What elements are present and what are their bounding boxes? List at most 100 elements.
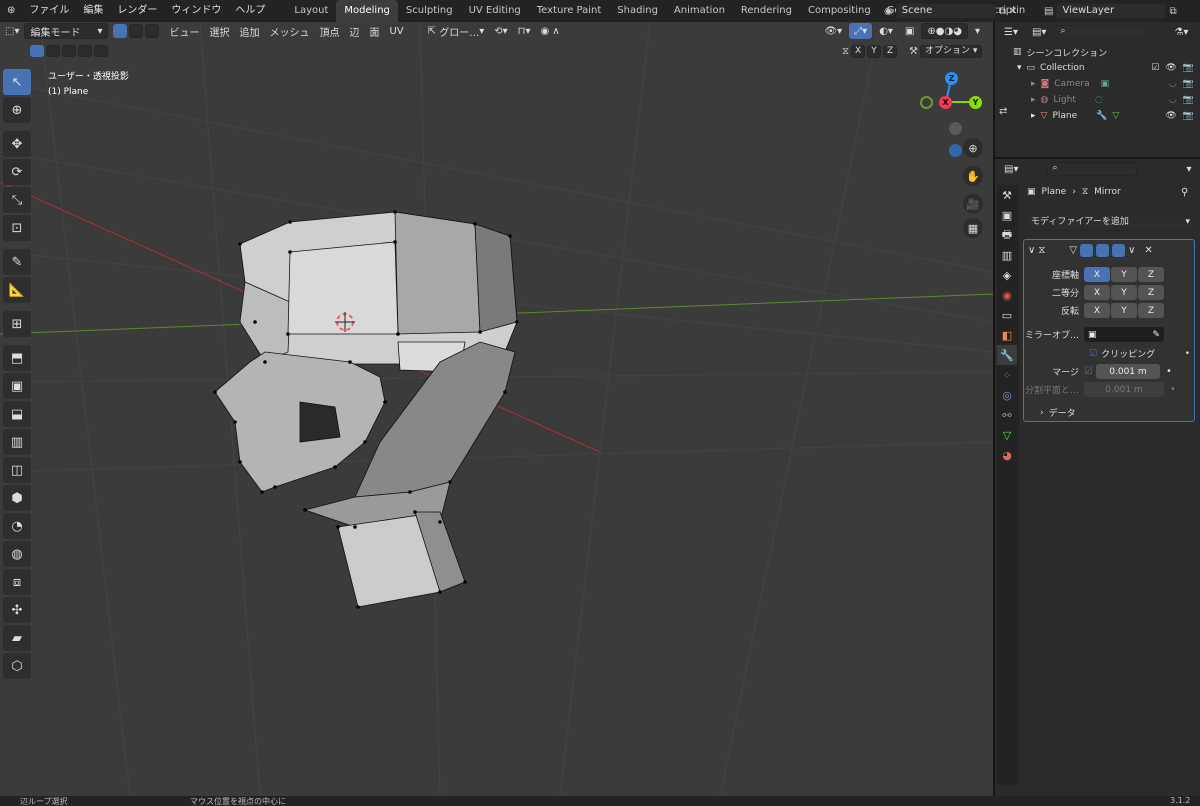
extrude-tool-icon[interactable]: ⬒ [3, 345, 31, 371]
expand-icon[interactable]: ▸ [1031, 79, 1036, 89]
object-tab-icon[interactable]: ◧ [997, 325, 1017, 345]
axis-x-toggle[interactable]: X [1084, 267, 1110, 282]
display-mode-icon[interactable]: ▤▾ [1027, 24, 1051, 40]
delete-scene-icon[interactable]: ✕ [1009, 6, 1017, 17]
expand-icon[interactable]: ▸ [1031, 95, 1036, 105]
xray-icon[interactable]: ▣ [900, 23, 919, 39]
eye-closed-icon[interactable]: ◡ [1169, 95, 1177, 105]
shading-modes[interactable]: ⊕●◑◕ [921, 23, 968, 39]
outliner-item-light[interactable]: ▸ ◍ Light ◌ ◡ 📷 [995, 92, 1200, 108]
flip-z-toggle[interactable]: Z [1138, 303, 1164, 318]
gizmo-z-axis[interactable]: Z [945, 72, 958, 85]
copy-scene-icon[interactable]: ⧉ [999, 6, 1006, 17]
edge-slide-tool-icon[interactable]: ⧈ [3, 569, 31, 595]
mirror-z-toggle[interactable]: Z [883, 45, 898, 58]
visibility-icon[interactable]: 👁▾ [819, 23, 847, 39]
gizmo-x-axis[interactable]: X [939, 96, 952, 109]
props-options-icon[interactable]: ▾ [1181, 161, 1196, 177]
gizmo-neg-x[interactable] [949, 122, 962, 135]
eye-icon[interactable]: 👁 [1165, 111, 1176, 121]
menu-edit[interactable]: 編集 [76, 0, 110, 22]
transform-tool-icon[interactable]: ⊡ [3, 215, 31, 241]
shear-tool-icon[interactable]: ▰ [3, 625, 31, 651]
scene-field[interactable]: Scene [895, 3, 996, 19]
world-tab-icon[interactable]: ◉ [997, 285, 1017, 305]
spin-tool-icon[interactable]: ◔ [3, 513, 31, 539]
select-invert-icon[interactable] [78, 45, 92, 57]
camera-toggle-icon[interactable]: 📷 [1183, 63, 1194, 73]
camera-toggle-icon[interactable]: 📷 [1183, 79, 1194, 89]
render-toggle-icon[interactable] [1112, 244, 1126, 257]
eye-closed-icon[interactable]: ◡ [1169, 79, 1177, 89]
cursor-tool-icon[interactable]: ⊕ [3, 97, 31, 123]
add-modifier-dropdown[interactable]: モディファイアーを追加 ▾ [1025, 214, 1195, 231]
transform-orientation-dropdown[interactable]: ⇱ グロー… ▾ [423, 23, 490, 39]
outliner-editor-icon[interactable]: ☰▾ [999, 24, 1023, 40]
bisect-y-toggle[interactable]: Y [1111, 285, 1137, 300]
menu-mesh[interactable]: メッシュ [264, 23, 314, 39]
axis-z-toggle[interactable]: Z [1138, 267, 1164, 282]
gizmo-y-axis[interactable]: Y [969, 96, 982, 109]
flip-y-toggle[interactable]: Y [1111, 303, 1137, 318]
viewport-toggle-icon[interactable] [1096, 244, 1110, 257]
select-tool-icon[interactable]: ↖ [3, 69, 31, 95]
tab-texture-paint[interactable]: Texture Paint [529, 0, 610, 22]
head-mesh[interactable] [214, 211, 518, 608]
mode-dropdown[interactable]: 編集モード ▾ [24, 23, 109, 39]
close-icon[interactable]: ✕ [1144, 245, 1152, 256]
clipping-row[interactable]: ☑ クリッピング • [1024, 345, 1194, 362]
particles-tab-icon[interactable]: ⁘ [997, 365, 1017, 385]
poly-build-tool-icon[interactable]: ⬢ [3, 485, 31, 511]
gizmo-neg-z[interactable] [949, 144, 962, 157]
bisect-distance-field[interactable]: 0.001 m [1084, 382, 1164, 397]
outliner-search-input[interactable]: ⌕ [1055, 25, 1146, 39]
menu-select[interactable]: 選択 [204, 23, 234, 39]
eyedropper-icon[interactable]: ✎ [1152, 330, 1160, 340]
mirror-y-toggle[interactable]: Y [867, 45, 882, 58]
tab-animation[interactable]: Animation [666, 0, 733, 22]
keyframe-dot-icon[interactable]: • [1170, 384, 1176, 395]
menu-help[interactable]: ヘルプ [228, 0, 272, 22]
on-cage-icon[interactable]: ▽ [1069, 245, 1077, 256]
add-cube-tool-icon[interactable]: ⊞ [3, 311, 31, 337]
mirror-x-toggle[interactable]: X [851, 45, 866, 58]
select-subtract-icon[interactable] [62, 45, 76, 57]
rip-tool-icon[interactable]: ⬡ [3, 653, 31, 679]
scene-collection-row[interactable]: ▥ シーンコレクション [995, 44, 1200, 60]
merge-checkbox-icon[interactable]: ☑ [1084, 366, 1093, 377]
expand-icon[interactable]: ▾ [1017, 63, 1022, 73]
pivot-icon[interactable]: ⟲▾ [489, 23, 512, 39]
menu-view[interactable]: ビュー [164, 23, 204, 39]
view-layer-field[interactable]: ViewLayer [1056, 3, 1167, 19]
smooth-tool-icon[interactable]: ◍ [3, 541, 31, 567]
loop-cut-tool-icon[interactable]: ▥ [3, 429, 31, 455]
output-tab-icon[interactable]: 🖶 [997, 225, 1017, 245]
menu-add[interactable]: 追加 [234, 23, 264, 39]
collapse-icon[interactable]: ∨ [1028, 245, 1035, 256]
select-intersect-icon[interactable] [94, 45, 108, 57]
props-search-input[interactable]: ⌕ [1047, 162, 1138, 176]
shading-chevron-icon[interactable]: ▾ [970, 23, 985, 39]
bisect-x-toggle[interactable]: X [1084, 285, 1110, 300]
snap-icon[interactable]: ⊓▾ [513, 23, 536, 39]
constraints-tab-icon[interactable]: ⚯ [997, 405, 1017, 425]
tab-uv-editing[interactable]: UV Editing [461, 0, 529, 22]
menu-uv[interactable]: UV [384, 23, 408, 39]
select-new-icon[interactable] [30, 45, 44, 57]
keyframe-dot-icon[interactable]: • [1166, 366, 1172, 377]
menu-window[interactable]: ウィンドウ [164, 0, 228, 22]
physics-tab-icon[interactable]: ◎ [997, 385, 1017, 405]
wrench-small-icon[interactable]: ⚒ [909, 46, 918, 57]
measure-tool-icon[interactable]: 📐 [3, 277, 31, 303]
camera-view-icon[interactable]: 🎥 [963, 194, 983, 214]
move-tool-icon[interactable]: ✥ [3, 131, 31, 157]
vertex-select-icon[interactable] [113, 24, 128, 38]
overlay-icon[interactable]: ◐▾ [874, 23, 898, 39]
mirror-object-field[interactable]: ▣ ✎ [1084, 327, 1164, 342]
menu-file[interactable]: ファイル [22, 0, 76, 22]
camera-toggle-icon[interactable]: 📷 [1183, 95, 1194, 105]
collection-row[interactable]: ▾ ▭ Collection ☑ 👁 📷 [995, 60, 1200, 76]
view-layer-tab-icon[interactable]: ▥ [997, 245, 1017, 265]
inset-tool-icon[interactable]: ▣ [3, 373, 31, 399]
checkbox-icon[interactable]: ☑ [1151, 63, 1159, 73]
